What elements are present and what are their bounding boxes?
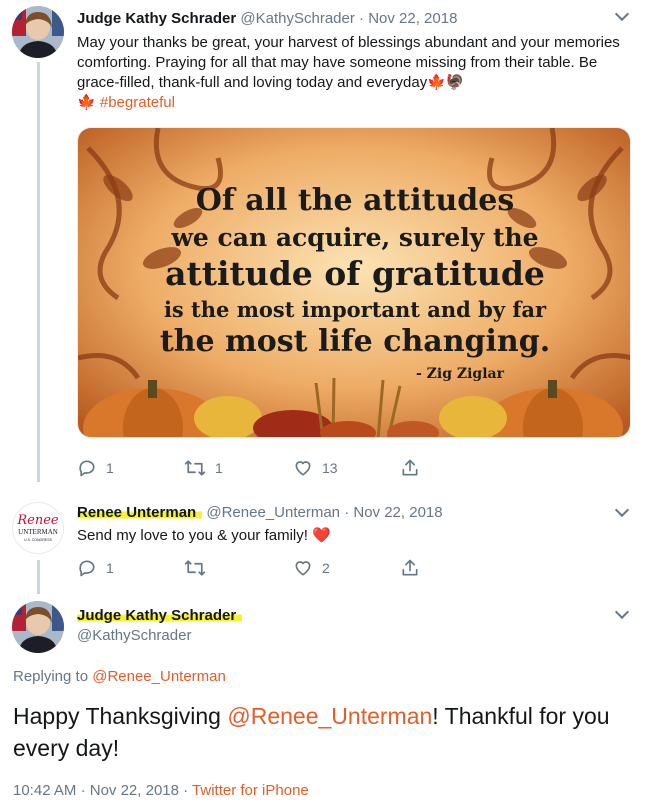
tweet-date[interactable]: Nov 22, 2018	[368, 10, 457, 27]
reply-count: 1	[106, 560, 114, 576]
author-name[interactable]: Renee Unterman	[77, 504, 203, 521]
quote-attribution: - Zig Ziglar	[416, 366, 504, 382]
avatar[interactable]	[12, 601, 64, 653]
share-icon	[402, 559, 418, 576]
quote-line-5: the most life changing.	[159, 324, 551, 359]
thread-line-1	[37, 62, 40, 482]
retweet-button[interactable]: 1	[184, 456, 223, 480]
author-name[interactable]: Judge Kathy Schrader	[77, 607, 243, 624]
author-block: Judge Kathy Schrader @KathySchrader	[77, 606, 243, 646]
author-name[interactable]: Judge Kathy Schrader	[77, 10, 236, 27]
reply-icon	[79, 460, 95, 477]
tweet-date[interactable]: Nov 22, 2018	[90, 782, 179, 799]
retweet-button[interactable]	[184, 556, 215, 580]
avatar[interactable]: Renee UNTERMAN U.S. CONGRESS	[12, 502, 64, 554]
hashtag-link[interactable]: #begrateful	[100, 94, 175, 111]
quote-line-2: we can acquire, surely the	[171, 223, 539, 252]
chevron-down-icon[interactable]	[614, 6, 630, 22]
renee-logo: Renee UNTERMAN U.S. CONGRESS	[16, 513, 59, 542]
tweet-actions: 1 2	[77, 556, 437, 580]
maple-turkey-emoji: 🍁🦃	[427, 74, 465, 91]
author-handle[interactable]: @KathySchrader	[240, 10, 354, 27]
tweet-date[interactable]: Nov 22, 2018	[353, 504, 442, 521]
author-handle[interactable]: @Renee_Unterman	[206, 504, 340, 521]
retweet-count: 1	[215, 460, 223, 476]
kathy-avatar-photo	[12, 6, 64, 58]
tweet-time[interactable]: 10:42 AM	[13, 782, 76, 799]
reply-icon	[79, 560, 95, 577]
thread-line-2	[37, 560, 40, 594]
chevron-down-icon[interactable]	[614, 502, 630, 518]
quote-line-1: Of all the attitudes	[195, 183, 515, 218]
tweet-header: Judge Kathy Schrader @KathySchrader · No…	[77, 9, 457, 29]
heart-emoji: ❤️	[312, 527, 331, 544]
like-button[interactable]: 2	[293, 556, 330, 580]
tweet-source[interactable]: Twitter for iPhone	[192, 782, 309, 799]
retweet-icon	[184, 460, 206, 476]
mention-link[interactable]: @Renee_Unterman	[227, 703, 432, 729]
tweet-body: Send my love to you & your family!	[77, 527, 308, 544]
avatar[interactable]	[12, 6, 64, 58]
reply-button[interactable]: 1	[77, 556, 114, 580]
tweet-body: May your thanks be great, your harvest o…	[77, 34, 620, 91]
tweet-actions: 1 1 13	[77, 456, 437, 480]
separator: ·	[359, 10, 365, 27]
author-handle[interactable]: @KathySchrader	[77, 627, 191, 644]
share-icon	[402, 459, 418, 476]
share-button[interactable]	[400, 456, 420, 480]
separator: ·	[344, 504, 350, 521]
tweet-text: Send my love to you & your family! ❤️	[77, 526, 331, 546]
replying-mention[interactable]: @Renee_Unterman	[92, 668, 226, 685]
like-count: 2	[322, 560, 330, 576]
tweet-text: May your thanks be great, your harvest o…	[77, 33, 632, 113]
tweet-meta: 10:42 AM · Nov 22, 2018 · Twitter for iP…	[13, 782, 309, 799]
svg-text:U.S. CONGRESS: U.S. CONGRESS	[24, 538, 52, 542]
reply-count: 1	[106, 460, 114, 476]
like-button[interactable]: 13	[293, 456, 338, 480]
kathy-avatar-photo	[12, 601, 64, 653]
reply-button[interactable]: 1	[77, 456, 114, 480]
svg-text:UNTERMAN: UNTERMAN	[18, 528, 58, 536]
quote-line-3: attitude of gratitude	[165, 254, 545, 293]
separator: ·	[183, 782, 189, 799]
tweet-text: Happy Thanksgiving @Renee_Unterman! Than…	[13, 700, 633, 764]
share-button[interactable]	[400, 556, 420, 580]
like-count: 13	[322, 460, 338, 476]
text-before: Happy Thanksgiving	[13, 703, 228, 729]
tweet-header: Renee Unterman @Renee_Unterman · Nov 22,…	[77, 503, 443, 523]
replying-to: Replying to @Renee_Unterman	[13, 668, 226, 685]
quote-line-4: is the most important and by far	[163, 297, 547, 322]
maple-leaf-emoji: 🍁	[77, 94, 96, 111]
chevron-down-icon[interactable]	[614, 604, 630, 620]
retweet-icon	[184, 560, 206, 576]
replying-prefix: Replying to	[13, 668, 89, 685]
tweet-image[interactable]: Of all the attitudes we can acquire, sur…	[77, 127, 631, 438]
svg-text:Renee: Renee	[16, 513, 59, 528]
separator: ·	[80, 782, 86, 799]
heart-icon	[295, 561, 311, 576]
heart-icon	[295, 461, 311, 476]
